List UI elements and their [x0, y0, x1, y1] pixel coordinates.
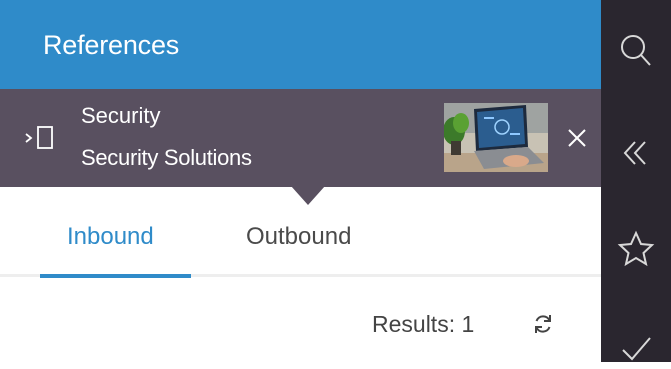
reference-context-bar: Security Security Solutions	[0, 89, 601, 205]
context-subtitle: Security Solutions	[81, 145, 252, 170]
open-in-icon[interactable]	[24, 123, 60, 153]
tab-inbound[interactable]: Inbound	[67, 223, 154, 251]
check-icon[interactable]	[617, 326, 655, 364]
panel-header: References	[0, 0, 601, 89]
search-icon[interactable]	[617, 32, 655, 70]
refresh-icon[interactable]	[531, 312, 555, 336]
results-count: Results: 1	[372, 311, 475, 337]
references-panel: References Security Security Solutions I…	[0, 0, 601, 362]
laptop-thumbnail-image	[444, 103, 548, 172]
tab-outbound[interactable]: Outbound	[246, 223, 351, 251]
page-title: References	[43, 30, 180, 60]
context-title: Security	[81, 103, 161, 128]
close-icon[interactable]	[564, 125, 590, 151]
star-icon[interactable]	[617, 230, 655, 268]
active-tab-indicator	[40, 274, 191, 278]
collapse-double-chevron-icon[interactable]	[617, 134, 655, 172]
right-action-rail	[601, 0, 671, 362]
tab-bar: Inbound Outbound	[0, 205, 601, 275]
